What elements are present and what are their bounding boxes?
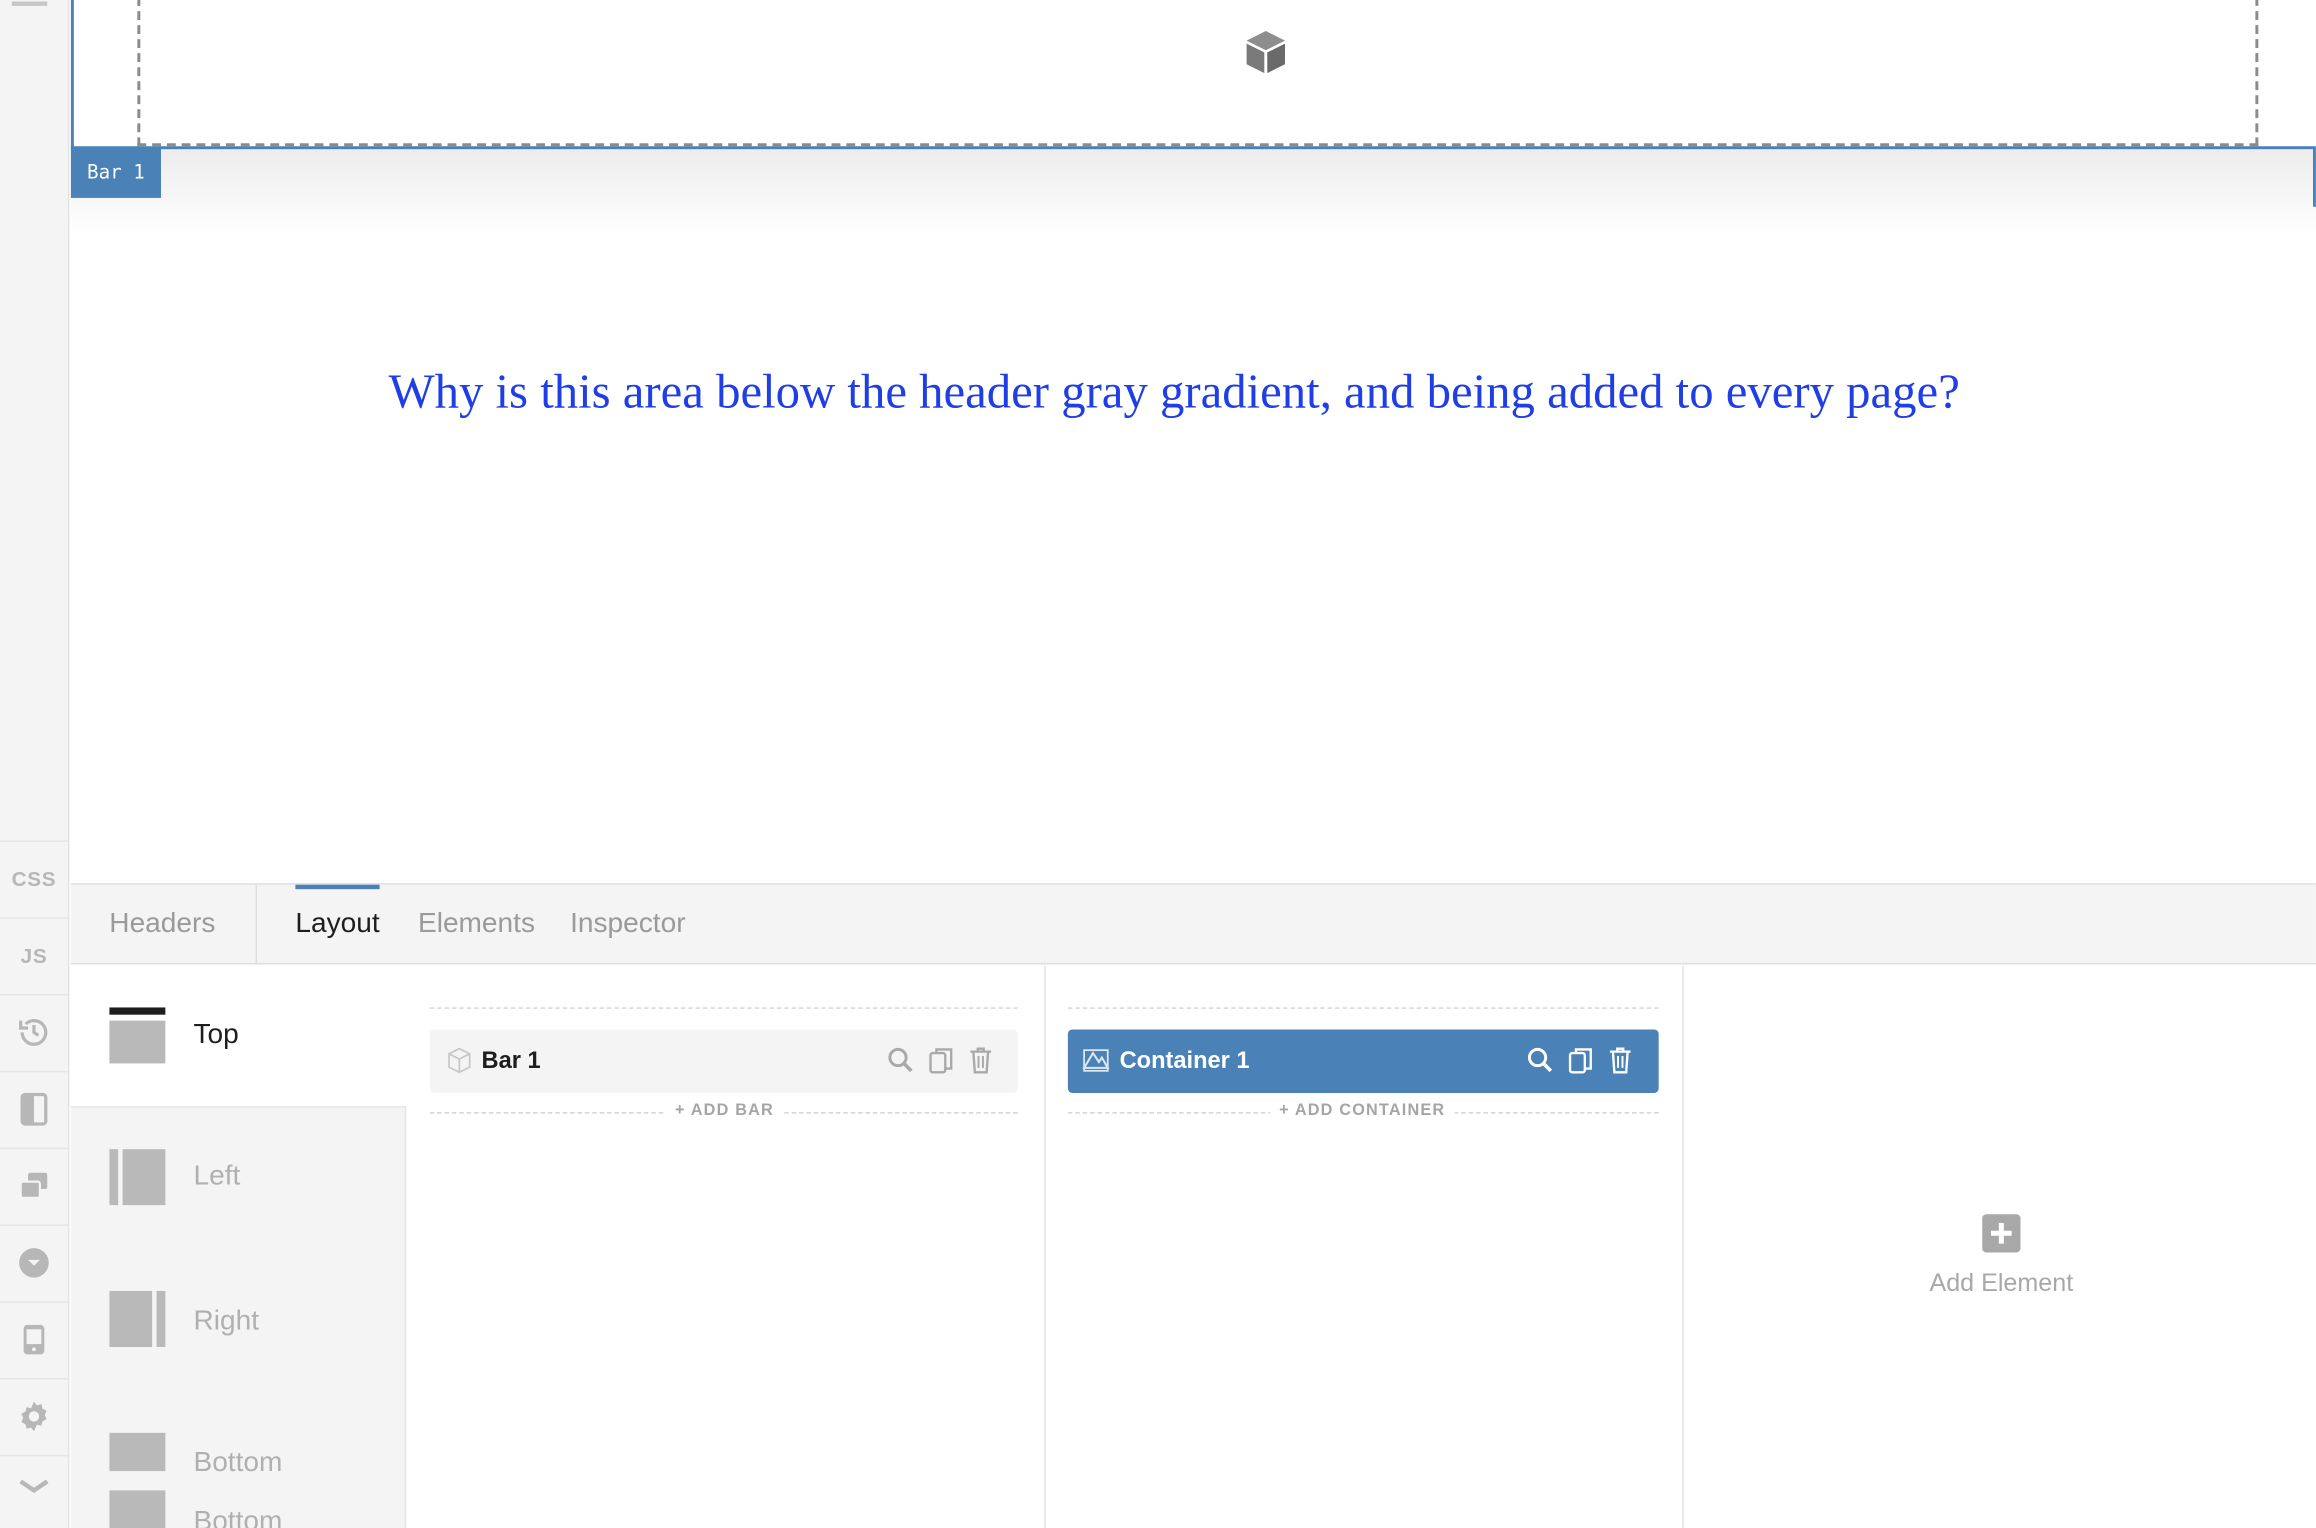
header-bar[interactable] bbox=[70, 0, 2316, 150]
plus-square-icon bbox=[1982, 1214, 2021, 1253]
left-rail: CSS JS bbox=[0, 0, 70, 1528]
position-left-label: Left bbox=[193, 1160, 241, 1192]
container-row[interactable]: Container 1 bbox=[1067, 1029, 1659, 1093]
tab-inspector[interactable]: Inspector bbox=[570, 885, 685, 965]
bar-tag[interactable]: Bar 1 bbox=[70, 147, 161, 198]
gear-icon bbox=[21, 1400, 47, 1431]
bar-row[interactable]: Bar 1 bbox=[429, 1029, 1018, 1093]
collapse-icon bbox=[19, 1478, 49, 1493]
position-left[interactable]: Left bbox=[71, 1108, 406, 1250]
cube-outline-icon bbox=[448, 1047, 471, 1074]
add-bar-button[interactable]: + ADD BAR bbox=[666, 1101, 783, 1120]
trash-icon[interactable] bbox=[966, 1046, 996, 1076]
trash-icon[interactable] bbox=[1605, 1046, 1635, 1076]
menu-icon[interactable] bbox=[11, 1, 48, 6]
js-label: JS bbox=[20, 943, 48, 967]
history-button[interactable] bbox=[0, 994, 68, 1068]
tab-layout[interactable]: Layout bbox=[295, 884, 380, 965]
layers-icon bbox=[19, 1171, 48, 1199]
dropdown-button[interactable] bbox=[0, 1224, 68, 1298]
bar-name: Bar 1 bbox=[481, 1047, 541, 1074]
add-element-button[interactable]: Add Element bbox=[1927, 1214, 2075, 1298]
mobile-icon bbox=[23, 1324, 45, 1354]
column-divider bbox=[1044, 965, 1046, 1528]
layers-button[interactable] bbox=[0, 1147, 68, 1222]
container-icon bbox=[1082, 1049, 1110, 1072]
add-element-label: Add Element bbox=[1929, 1268, 2074, 1297]
position-bottom-2[interactable]: Bottom bbox=[71, 1453, 406, 1528]
position-right[interactable]: Right bbox=[71, 1251, 406, 1393]
position-left-icon bbox=[109, 1149, 166, 1206]
page-canvas: Bar 1 Why is this area below the header … bbox=[70, 0, 2316, 884]
builder-panel: Headers Layout Elements Inspector Top Le… bbox=[70, 883, 2316, 1528]
column-divider bbox=[1682, 965, 1684, 1528]
position-top-icon bbox=[109, 1007, 166, 1064]
position-top-label: Top bbox=[193, 1019, 239, 1051]
dropdown-icon bbox=[19, 1247, 49, 1277]
duplicate-icon[interactable] bbox=[926, 1046, 956, 1076]
add-container-button[interactable]: + ADD CONTAINER bbox=[1270, 1101, 1455, 1120]
tab-headers[interactable]: Headers bbox=[109, 885, 215, 965]
mobile-button[interactable] bbox=[0, 1301, 68, 1375]
search-icon[interactable] bbox=[1526, 1046, 1556, 1076]
position-right-icon bbox=[109, 1290, 166, 1348]
duplicate-icon[interactable] bbox=[1566, 1046, 1596, 1076]
css-label: CSS bbox=[11, 866, 57, 890]
sidebar-button[interactable] bbox=[0, 1070, 68, 1145]
cube-icon bbox=[1246, 31, 1285, 74]
tab-elements[interactable]: Elements bbox=[418, 885, 535, 965]
gradient-area bbox=[70, 147, 2316, 237]
search-icon[interactable] bbox=[886, 1046, 916, 1076]
position-list: Top Left Right Bottom Bottom bbox=[70, 966, 407, 1528]
bar-top-divider bbox=[429, 1007, 1018, 1009]
position-bottom-2-icon bbox=[109, 1490, 166, 1528]
question-text: Why is this area below the header gray g… bbox=[388, 366, 1960, 420]
css-button[interactable]: CSS bbox=[0, 840, 68, 914]
container-name: Container 1 bbox=[1119, 1047, 1250, 1074]
collapse-button[interactable] bbox=[0, 1454, 68, 1514]
settings-button[interactable] bbox=[0, 1378, 68, 1452]
app-root: CSS JS Bar 1 Why is this area below the … bbox=[0, 0, 2316, 1528]
container-dropzone[interactable] bbox=[137, 0, 2259, 147]
history-icon bbox=[19, 1018, 48, 1046]
js-button[interactable]: JS bbox=[0, 917, 68, 991]
sidebar-icon bbox=[20, 1092, 48, 1125]
right-edge bbox=[2312, 147, 2316, 207]
tab-divider bbox=[255, 884, 257, 965]
container-top-divider bbox=[1067, 1007, 1659, 1009]
position-top[interactable]: Top bbox=[71, 966, 406, 1108]
position-right-label: Right bbox=[193, 1305, 260, 1337]
tab-bar: Headers Layout Elements Inspector bbox=[70, 884, 2316, 965]
position-bottom-2-label: Bottom bbox=[193, 1506, 283, 1528]
